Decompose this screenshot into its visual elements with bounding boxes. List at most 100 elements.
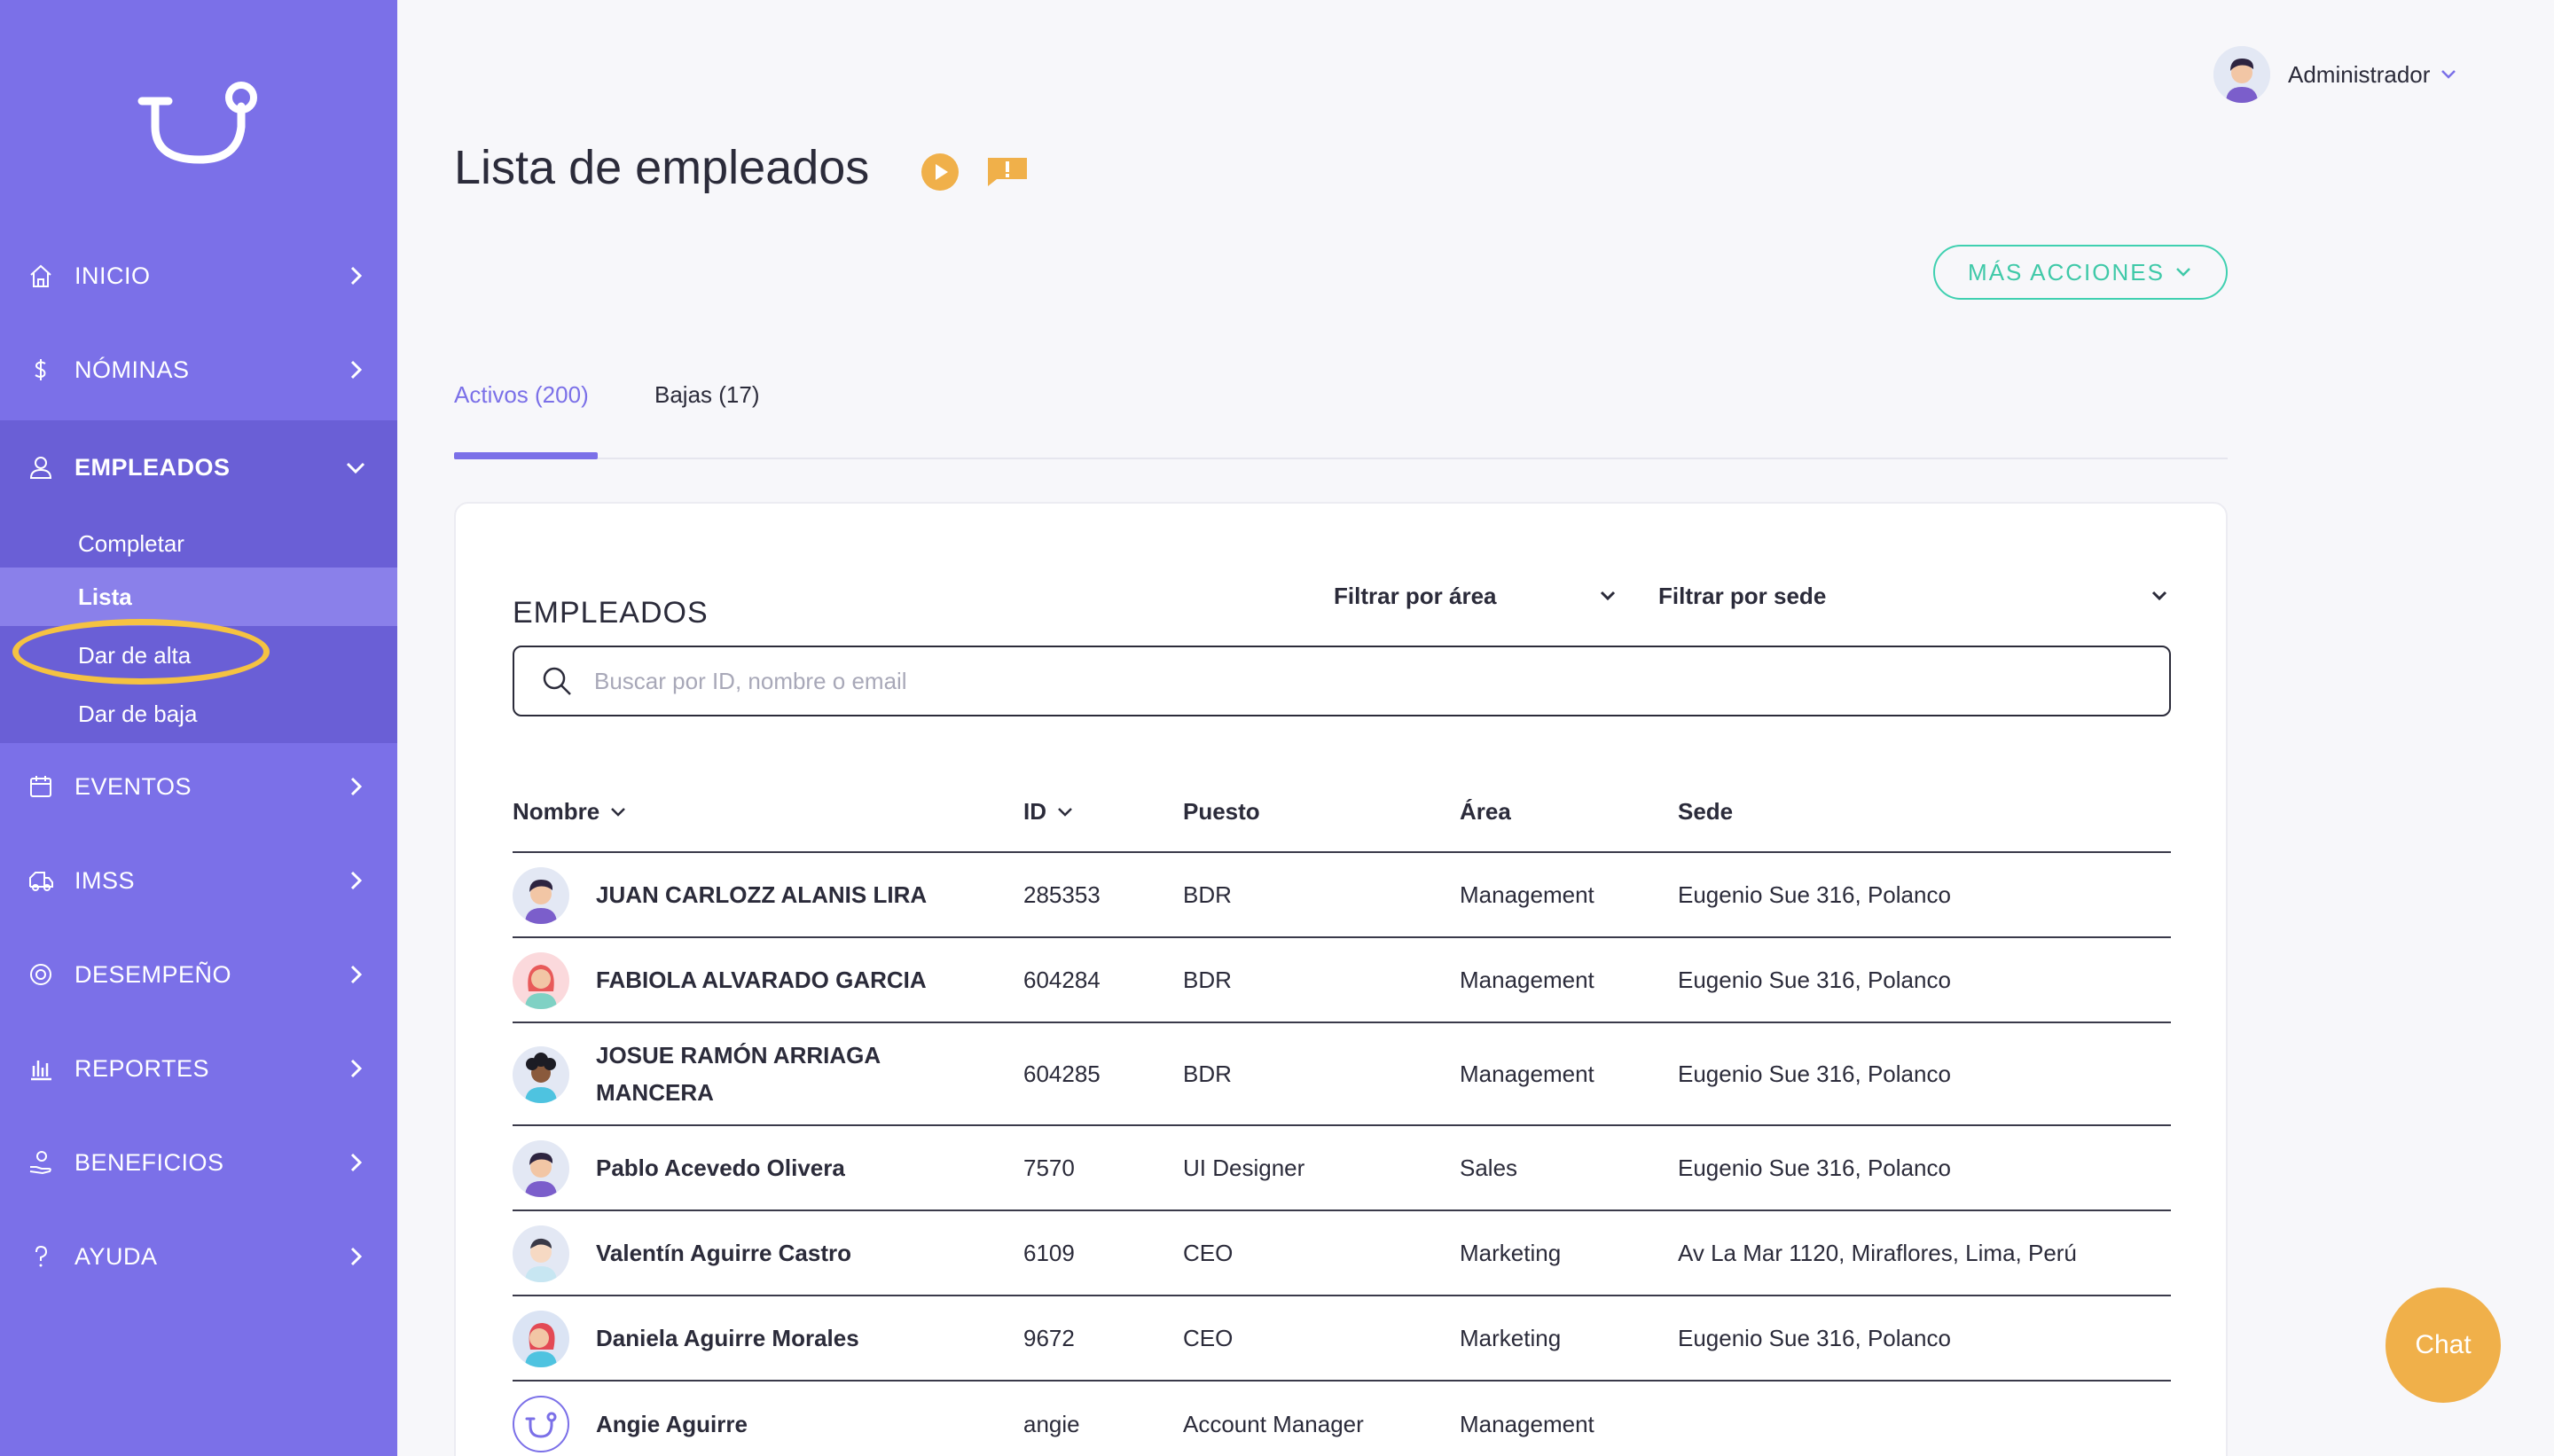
sidebar-item-label: DESEMPEÑO xyxy=(74,960,232,988)
chevron-down-icon xyxy=(346,462,365,474)
employee-id: 604284 xyxy=(1023,966,1101,993)
submenu-item-lista[interactable]: Lista xyxy=(0,568,397,626)
employee-id: 6109 xyxy=(1023,1239,1075,1266)
more-actions-button[interactable]: MÁS ACCIONES xyxy=(1933,245,2228,300)
avatar xyxy=(513,1046,569,1103)
sidebar-item-label: EMPLEADOS xyxy=(74,453,231,481)
sidebar-item-label: REPORTES xyxy=(74,1054,210,1082)
chevron-down-icon xyxy=(2151,591,2167,601)
avatar xyxy=(513,867,569,924)
calendar-icon xyxy=(27,772,55,801)
tu-logo-icon[interactable] xyxy=(133,78,266,167)
chevron-right-icon xyxy=(350,360,363,380)
table-row[interactable]: JUAN CARLOZZ ALANIS LIRA 285353 BDR Mana… xyxy=(513,853,2171,938)
employee-area: Sales xyxy=(1460,1154,1518,1181)
employee-puesto: BDR xyxy=(1183,966,1232,993)
employee-id: 285353 xyxy=(1023,881,1101,908)
employee-id: 7570 xyxy=(1023,1154,1075,1181)
user-name: Administrador xyxy=(2288,60,2431,88)
sidebar-item-beneficios[interactable]: BENEFICIOS xyxy=(0,1115,397,1209)
sidebar-item-ayuda[interactable]: AYUDA xyxy=(0,1209,397,1303)
table-row[interactable]: FABIOLA ALVARADO GARCIA 604284 BDR Manag… xyxy=(513,938,2171,1023)
page-title: Lista de empleados xyxy=(454,141,870,194)
sidebar-item-label: EVENTOS xyxy=(74,772,192,800)
user-icon xyxy=(27,453,55,481)
home-icon xyxy=(27,262,55,290)
table-row[interactable]: JOSUE RAMÓN ARRIAGA MANCERA 604285 BDR M… xyxy=(513,1023,2171,1126)
chevron-right-icon xyxy=(350,266,363,286)
avatar xyxy=(513,1311,569,1367)
sidebar-item-label: IMSS xyxy=(74,866,136,894)
column-header-nombre[interactable]: Nombre xyxy=(513,798,628,826)
tab-bajas[interactable]: Bajas (17) xyxy=(654,381,760,409)
submenu-item-completar[interactable]: Completar xyxy=(0,514,397,573)
chevron-down-icon xyxy=(611,807,626,817)
sidebar-item-label: INICIO xyxy=(74,262,151,289)
submenu-item-dar-de-alta[interactable]: Dar de alta xyxy=(0,626,397,685)
employee-puesto: BDR xyxy=(1183,1060,1232,1087)
employee-area: Marketing xyxy=(1460,1239,1562,1266)
column-header-label: ID xyxy=(1023,798,1046,825)
avatar xyxy=(513,1396,569,1452)
column-header-id[interactable]: ID xyxy=(1023,798,1075,826)
sidebar-item-eventos[interactable]: EVENTOS xyxy=(0,740,397,834)
sidebar-item-nominas[interactable]: NÓMINAS xyxy=(0,323,397,417)
table-row[interactable]: Valentín Aguirre Castro 6109 CEO Marketi… xyxy=(513,1211,2171,1296)
employee-sede: Eugenio Sue 316, Polanco xyxy=(1678,1324,1951,1351)
employee-name: Pablo Acevedo Olivera xyxy=(596,1155,845,1181)
chevron-right-icon xyxy=(350,871,363,890)
sidebar-item-desempeno[interactable]: DESEMPEÑO xyxy=(0,928,397,1022)
column-header-area: Área xyxy=(1460,798,1511,825)
employee-name: JUAN CARLOZZ ALANIS LIRA xyxy=(596,881,928,908)
employee-puesto: UI Designer xyxy=(1183,1154,1305,1181)
submenu-item-dar-de-baja[interactable]: Dar de baja xyxy=(0,685,397,743)
play-video-icon[interactable] xyxy=(921,153,960,192)
tab-activos[interactable]: Activos (200) xyxy=(454,381,589,409)
sidebar-item-empleados[interactable]: EMPLEADOS xyxy=(0,420,397,514)
avatar xyxy=(513,952,569,1009)
employee-id: angie xyxy=(1023,1410,1080,1437)
sidebar-item-imss[interactable]: IMSS xyxy=(0,834,397,928)
employee-sede: Eugenio Sue 316, Polanco xyxy=(1678,1154,1951,1181)
employee-puesto: CEO xyxy=(1183,1239,1234,1266)
sidebar-item-label: BENEFICIOS xyxy=(74,1148,224,1176)
chevron-right-icon xyxy=(350,777,363,796)
employee-puesto: Account Manager xyxy=(1183,1410,1364,1437)
avatar xyxy=(513,1140,569,1197)
employee-area: Management xyxy=(1460,881,1594,908)
search-icon xyxy=(543,667,571,695)
employee-puesto: CEO xyxy=(1183,1324,1234,1351)
table-row[interactable]: Pablo Acevedo Olivera 7570 UI Designer S… xyxy=(513,1126,2171,1211)
employee-area: Management xyxy=(1460,1060,1594,1087)
chevron-down-icon xyxy=(1600,591,1616,601)
employee-name: FABIOLA ALVARADO GARCIA xyxy=(596,967,927,993)
tabs: Activos (200) Bajas (17) xyxy=(454,372,2228,459)
employee-puesto: BDR xyxy=(1183,881,1232,908)
avatar xyxy=(513,1225,569,1282)
table-row[interactable]: Angie Aguirre angie Account Manager Mana… xyxy=(513,1382,2171,1456)
employee-sede: Eugenio Sue 316, Polanco xyxy=(1678,881,1951,908)
search-input[interactable] xyxy=(594,667,2102,695)
chevron-down-icon xyxy=(2441,70,2456,79)
table-row[interactable]: Daniela Aguirre Morales 9672 CEO Marketi… xyxy=(513,1296,2171,1382)
sidebar-item-reportes[interactable]: REPORTES xyxy=(0,1022,397,1115)
filter-sede-dropdown[interactable]: Filtrar por sede xyxy=(1658,578,2173,614)
employee-area: Marketing xyxy=(1460,1324,1562,1351)
user-menu[interactable]: Administrador xyxy=(2213,46,2458,103)
employee-name: Valentín Aguirre Castro xyxy=(596,1240,851,1266)
chat-button[interactable]: Chat xyxy=(2386,1288,2501,1403)
sidebar-item-label: AYUDA xyxy=(74,1242,158,1270)
sidebar-item-inicio[interactable]: INICIO xyxy=(0,229,397,323)
chevron-right-icon xyxy=(350,1059,363,1078)
filter-sede-label: Filtrar por sede xyxy=(1658,582,1827,609)
more-actions-label: MÁS ACCIONES xyxy=(1968,258,2165,286)
section-title: EMPLEADOS xyxy=(513,596,709,630)
filter-area-dropdown[interactable]: Filtrar por área xyxy=(1334,578,1618,614)
employee-area: Management xyxy=(1460,1410,1594,1437)
alert-message-icon[interactable] xyxy=(984,154,1030,190)
employee-name: JOSUE RAMÓN ARRIAGA MANCERA xyxy=(596,1042,881,1106)
employee-sede: Eugenio Sue 316, Polanco xyxy=(1678,966,1951,993)
sidebar: INICIO NÓMINAS EMPLEADOS Completar Lista… xyxy=(0,0,397,1456)
employee-sede: Eugenio Sue 316, Polanco xyxy=(1678,1060,1951,1087)
target-icon xyxy=(27,960,55,989)
